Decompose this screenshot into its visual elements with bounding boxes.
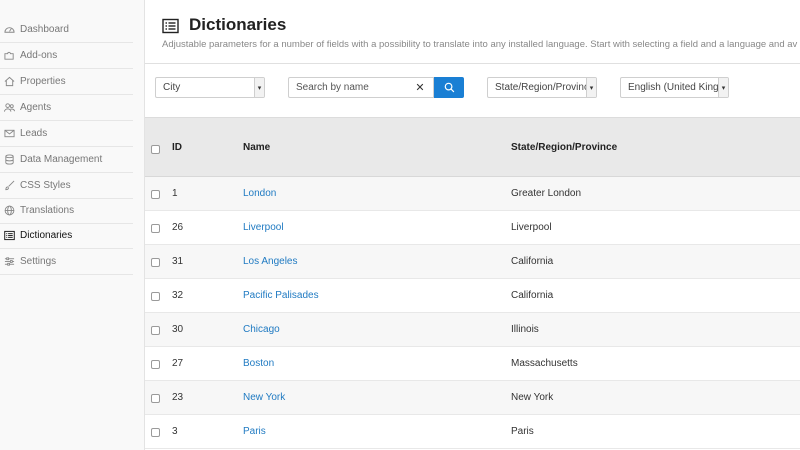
globe-icon [3, 205, 15, 217]
field-select-value: City [163, 82, 181, 93]
language-select-value: English (United Kingdom) [628, 82, 718, 93]
row-id: 26 [172, 222, 184, 233]
table-row: 1 London Greater London [145, 177, 800, 211]
brush-icon [3, 180, 15, 192]
sidebar-item-add-ons[interactable]: Add-ons [0, 43, 133, 69]
sidebar-item-label: Data Management [20, 154, 103, 165]
row-name-link[interactable]: Paris [243, 426, 266, 437]
table-row: 23 New York New York [145, 381, 800, 415]
sidebar-item-label: Add-ons [20, 50, 58, 61]
row-region: New York [511, 392, 554, 403]
column-select-value: State/Region/Province [495, 82, 586, 93]
sidebar-item-data-management[interactable]: Data Management [0, 147, 133, 173]
list-icon [3, 230, 15, 242]
row-id: 30 [172, 324, 184, 335]
chevron-down-icon: ▾ [586, 78, 596, 97]
sidebar-item-label: Dashboard [20, 24, 69, 35]
row-id: 31 [172, 256, 184, 267]
chevron-down-icon: ▾ [254, 78, 264, 97]
select-all-checkbox[interactable] [151, 145, 160, 154]
sidebar-item-label: Agents [20, 102, 52, 113]
search-input[interactable] [288, 77, 408, 98]
sidebar-item-dictionaries[interactable]: Dictionaries [0, 223, 133, 249]
row-region: Greater London [511, 188, 582, 199]
database-icon [3, 154, 15, 166]
row-name-link[interactable]: Pacific Palisades [243, 290, 319, 301]
table-header: ID Name State/Region/Province [145, 117, 800, 177]
dashboard-icon [3, 24, 15, 36]
page-description: Adjustable parameters for a number of fi… [162, 39, 798, 50]
chevron-down-icon: ▾ [718, 78, 728, 97]
toolbar: City ▾ ✕ State/Region/Province ▾ English… [145, 64, 800, 117]
row-name-link[interactable]: Liverpool [243, 222, 284, 233]
row-name-link[interactable]: New York [243, 392, 285, 403]
sidebar-item-label: Properties [20, 76, 66, 87]
row-region: Paris [511, 426, 534, 437]
sidebar-item-properties[interactable]: Properties [0, 69, 133, 95]
column-select[interactable]: State/Region/Province ▾ [487, 77, 597, 98]
main-content: Dictionaries Adjustable parameters for a… [145, 0, 800, 450]
row-region: California [511, 256, 554, 267]
row-region: Massachusetts [511, 358, 578, 369]
column-header-id[interactable]: ID [172, 142, 182, 153]
row-id: 23 [172, 392, 184, 403]
close-icon: ✕ [415, 82, 425, 94]
row-name-link[interactable]: Boston [243, 358, 274, 369]
language-select[interactable]: English (United Kingdom) ▾ [620, 77, 729, 98]
row-checkbox[interactable] [151, 394, 160, 403]
column-header-name[interactable]: Name [243, 142, 270, 153]
table-row: 32 Pacific Palisades California [145, 279, 800, 313]
row-checkbox[interactable] [151, 258, 160, 267]
row-id: 3 [172, 426, 178, 437]
row-name-link[interactable]: Los Angeles [243, 256, 298, 267]
column-header-region[interactable]: State/Region/Province [511, 142, 617, 153]
row-region: Illinois [511, 324, 539, 335]
row-checkbox[interactable] [151, 428, 160, 437]
row-checkbox[interactable] [151, 190, 160, 199]
table-row: 27 Boston Massachusetts [145, 347, 800, 381]
page-title: Dictionaries [189, 15, 287, 34]
puzzle-icon [3, 50, 15, 62]
envelope-icon [3, 128, 15, 140]
search-button[interactable] [434, 77, 464, 98]
sidebar-item-label: Leads [20, 128, 48, 139]
sidebar-item-settings[interactable]: Settings [0, 249, 133, 275]
people-icon [3, 102, 15, 114]
row-id: 1 [172, 188, 178, 199]
row-region: Liverpool [511, 222, 552, 233]
row-checkbox[interactable] [151, 224, 160, 233]
clear-search-button[interactable]: ✕ [407, 77, 434, 98]
row-region: California [511, 290, 554, 301]
table-row: 30 Chicago Illinois [145, 313, 800, 347]
sidebar-item-leads[interactable]: Leads [0, 121, 133, 147]
row-checkbox[interactable] [151, 360, 160, 369]
sidebar: Dashboard Add-ons Properties Agents Lead… [0, 0, 145, 450]
sliders-icon [3, 256, 15, 268]
sidebar-item-label: Translations [20, 205, 75, 216]
search-group: ✕ [288, 77, 464, 98]
home-icon [3, 76, 15, 88]
row-checkbox[interactable] [151, 292, 160, 301]
search-icon [444, 82, 454, 93]
sidebar-item-label: Dictionaries [20, 230, 73, 241]
sidebar-item-agents[interactable]: Agents [0, 95, 133, 121]
row-id: 32 [172, 290, 184, 301]
field-select[interactable]: City ▾ [155, 77, 265, 98]
table-row: 26 Liverpool Liverpool [145, 211, 800, 245]
list-icon [162, 18, 179, 34]
row-name-link[interactable]: London [243, 188, 276, 199]
table-row: 31 Los Angeles California [145, 245, 800, 279]
sidebar-item-translations[interactable]: Translations [0, 198, 133, 224]
sidebar-item-dashboard[interactable]: Dashboard [0, 17, 133, 43]
page-header: Dictionaries Adjustable parameters for a… [145, 0, 800, 64]
table-row: 3 Paris Paris [145, 415, 800, 449]
row-id: 27 [172, 358, 184, 369]
sidebar-item-label: Settings [20, 256, 57, 267]
row-name-link[interactable]: Chicago [243, 324, 280, 335]
sidebar-item-css-styles[interactable]: CSS Styles [0, 173, 133, 199]
sidebar-item-label: CSS Styles [20, 180, 71, 191]
row-checkbox[interactable] [151, 326, 160, 335]
